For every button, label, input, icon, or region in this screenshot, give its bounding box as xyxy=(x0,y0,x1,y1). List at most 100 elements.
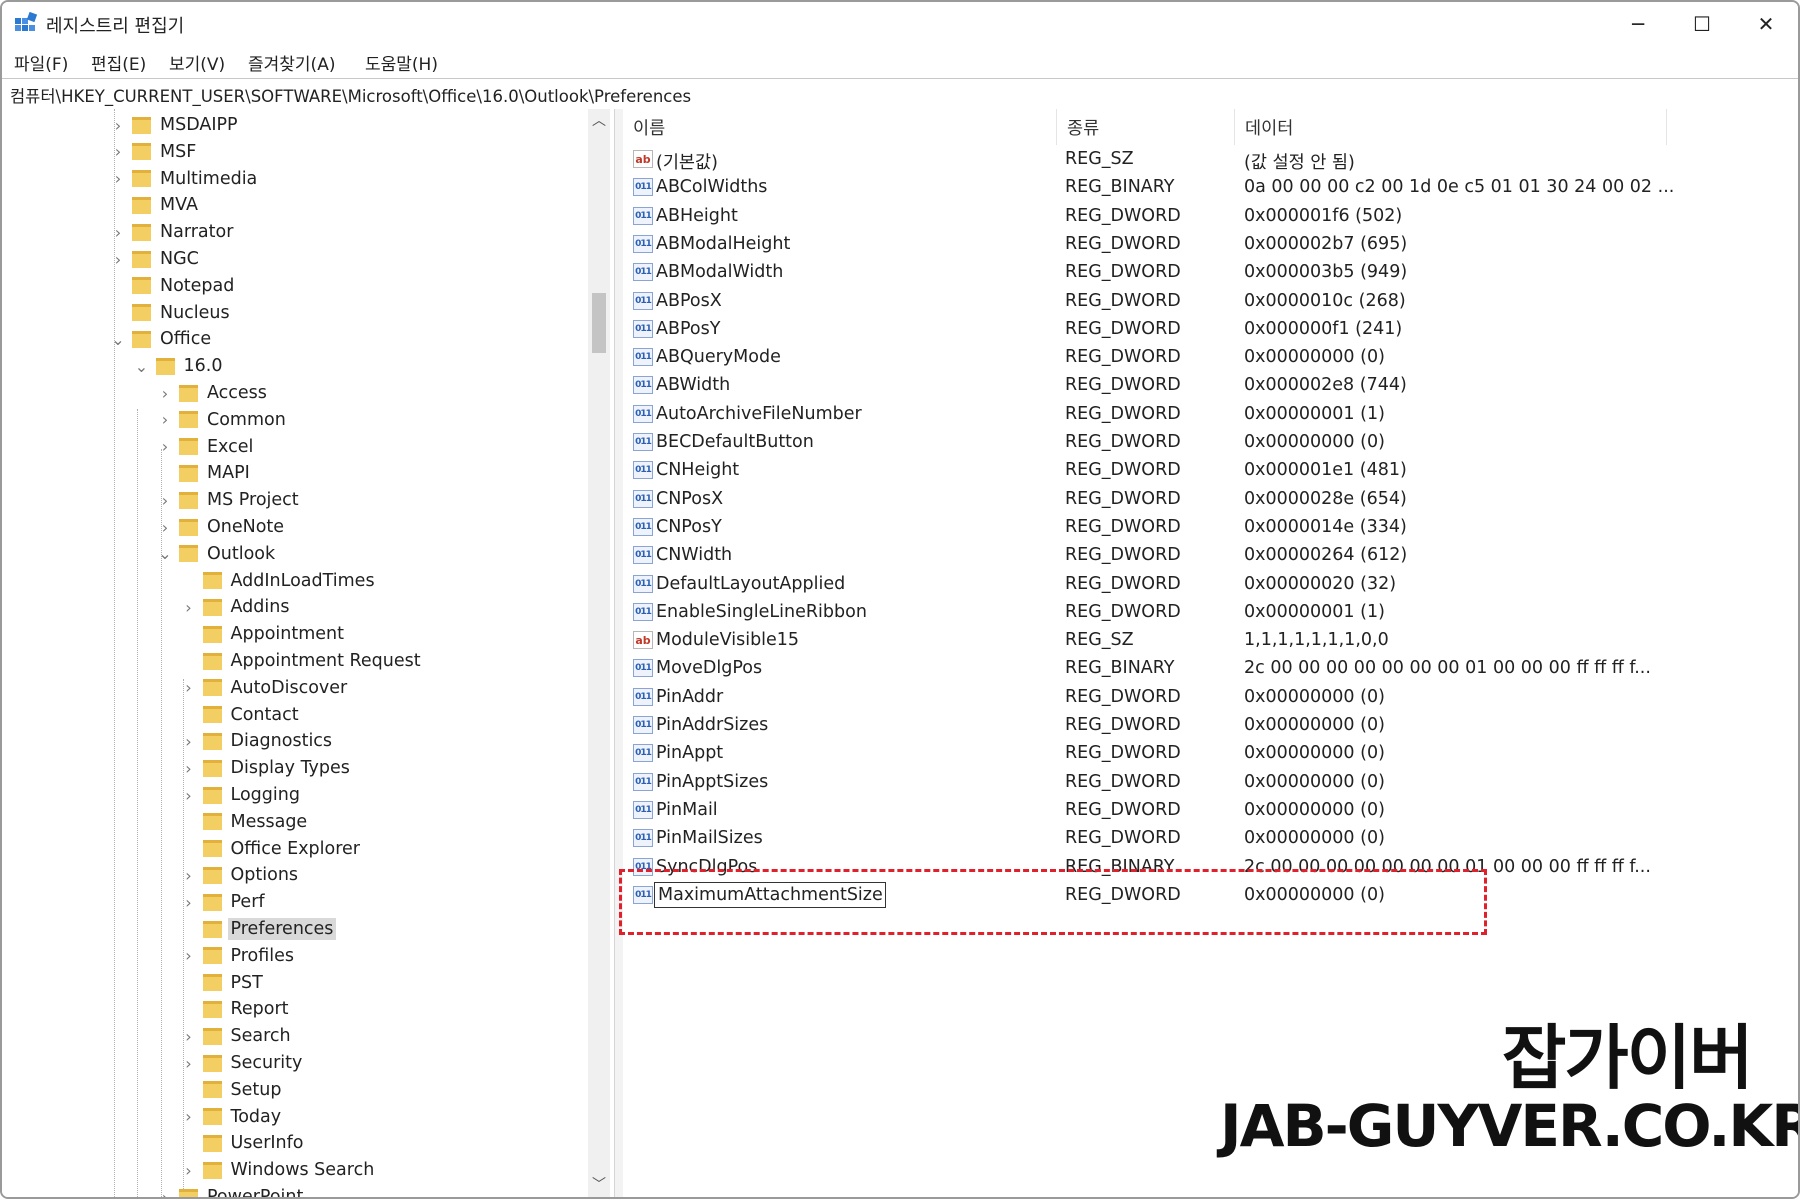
address-path[interactable]: 컴퓨터\HKEY_CURRENT_USER\SOFTWARE\Microsoft… xyxy=(10,83,691,107)
tree-item[interactable]: Office xyxy=(132,326,214,352)
tree-expand-chevron-icon[interactable]: ⌄ xyxy=(157,541,173,567)
tree-expand-chevron-icon[interactable]: ⌄ xyxy=(110,326,126,352)
menu-favorites[interactable]: 즐겨찾기(A) xyxy=(248,50,335,75)
tree-expand-chevron-icon[interactable]: › xyxy=(157,380,173,406)
tree-expand-chevron-icon[interactable] xyxy=(181,916,197,942)
tree-expand-chevron-icon[interactable]: › xyxy=(157,487,173,513)
scroll-down-icon[interactable]: ﹀ xyxy=(588,1173,610,1195)
value-row[interactable]: 011 ABPosY REG_DWORD 0x000000f1 (241) xyxy=(623,316,1798,344)
tree-expand-chevron-icon[interactable]: › xyxy=(110,219,126,245)
tree-item[interactable]: Perf xyxy=(202,889,268,915)
tree-item[interactable]: PST xyxy=(202,970,266,996)
maximize-button[interactable]: ☐ xyxy=(1670,2,1734,46)
value-row[interactable]: 011 CNPosY REG_DWORD 0x0000014e (334) xyxy=(623,514,1798,542)
value-row[interactable]: 011 CNPosX REG_DWORD 0x0000028e (654) xyxy=(623,486,1798,514)
value-row[interactable]: 011 ABModalHeight REG_DWORD 0x000002b7 (695… xyxy=(623,231,1798,259)
tree-item[interactable]: AutoDiscover xyxy=(202,675,351,701)
tree-item[interactable]: Access xyxy=(179,380,270,406)
tree-expand-chevron-icon[interactable]: › xyxy=(110,246,126,272)
tree-item[interactable]: MAPI xyxy=(179,460,253,486)
tree-item[interactable]: Profiles xyxy=(202,943,298,969)
tree-item[interactable]: MVA xyxy=(132,192,201,218)
tree-expand-chevron-icon[interactable] xyxy=(110,273,126,299)
tree-expand-chevron-icon[interactable] xyxy=(181,996,197,1022)
tree-item[interactable]: UserInfo xyxy=(202,1130,307,1156)
tree-expand-chevron-icon[interactable] xyxy=(181,809,197,835)
value-row[interactable]: 011 PinAddrSizes REG_DWORD 0x00000000 (0) xyxy=(623,712,1798,740)
value-row[interactable]: 011 ABColWidths REG_BINARY 0a 00 00 00 c2 0… xyxy=(623,174,1798,202)
tree-expand-chevron-icon[interactable] xyxy=(181,970,197,996)
menu-file[interactable]: 파일(F) xyxy=(14,50,68,75)
value-row[interactable]: 011 CNWidth REG_DWORD 0x00000264 (612) xyxy=(623,542,1798,570)
tree-item[interactable]: Appointment Request xyxy=(202,648,424,674)
tree-expand-chevron-icon[interactable]: › xyxy=(181,1157,197,1183)
tree-item[interactable]: Addins xyxy=(202,594,293,620)
tree-expand-chevron-icon[interactable]: › xyxy=(181,862,197,888)
tree-expand-chevron-icon[interactable]: › xyxy=(181,889,197,915)
tree-expand-chevron-icon[interactable]: › xyxy=(181,755,197,781)
tree-expand-chevron-icon[interactable]: › xyxy=(181,675,197,701)
value-row[interactable]: ab ModuleVisible15 REG_SZ 1,1,1,1,1,1,1,0,0 xyxy=(623,627,1798,655)
tree-expand-chevron-icon[interactable]: › xyxy=(157,407,173,433)
value-row[interactable]: 011 PinAppt REG_DWORD 0x00000000 (0) xyxy=(623,740,1798,768)
tree-expand-chevron-icon[interactable] xyxy=(181,621,197,647)
value-row[interactable]: 011 EnableSingleLineRibbon REG_DWORD 0x0000… xyxy=(623,599,1798,627)
tree-expand-chevron-icon[interactable]: › xyxy=(110,166,126,192)
value-row[interactable]: 011 MoveDlgPos REG_BINARY 2c 00 00 00 00 00… xyxy=(623,655,1798,683)
tree-item[interactable]: Nucleus xyxy=(132,300,233,326)
tree-item[interactable]: Excel xyxy=(179,434,256,460)
tree-item[interactable]: Common xyxy=(179,407,289,433)
tree-item[interactable]: Diagnostics xyxy=(202,728,336,754)
tree-expand-chevron-icon[interactable]: › xyxy=(157,1184,173,1198)
tree-item[interactable]: Appointment xyxy=(202,621,347,647)
tree-expand-chevron-icon[interactable]: ⌄ xyxy=(134,353,150,379)
tree-expand-chevron-icon[interactable]: › xyxy=(181,943,197,969)
value-row[interactable]: 011 ABHeight REG_DWORD 0x000001f6 (502) xyxy=(623,203,1798,231)
value-row[interactable]: 011 DefaultLayoutApplied REG_DWORD 0x000000… xyxy=(623,571,1798,599)
value-row[interactable]: 011 BECDefaultButton REG_DWORD 0x00000000 (… xyxy=(623,429,1798,457)
tree-expand-chevron-icon[interactable]: › xyxy=(157,514,173,540)
value-row[interactable]: 011 PinApptSizes REG_DWORD 0x00000000 (0) xyxy=(623,769,1798,797)
value-row[interactable]: 011 ABPosX REG_DWORD 0x0000010c (268) xyxy=(623,288,1798,316)
tree-item[interactable]: Windows Search xyxy=(202,1157,378,1183)
tree-item[interactable]: Today xyxy=(202,1104,285,1130)
tree-item[interactable]: Message xyxy=(202,809,311,835)
tree-item[interactable]: NGC xyxy=(132,246,202,272)
tree-item[interactable]: Options xyxy=(202,862,302,888)
tree-expand-chevron-icon[interactable]: › xyxy=(157,434,173,460)
value-row[interactable]: ab (기본값) REG_SZ (값 설정 안 됨) xyxy=(623,146,1798,174)
tree-item[interactable]: Narrator xyxy=(132,219,236,245)
tree-item[interactable]: Notepad xyxy=(132,273,237,299)
tree-expand-chevron-icon[interactable]: › xyxy=(181,1104,197,1130)
menu-view[interactable]: 보기(V) xyxy=(169,50,225,75)
value-row[interactable]: 011 PinMailSizes REG_DWORD 0x00000000 (0) xyxy=(623,825,1798,853)
tree-expand-chevron-icon[interactable]: › xyxy=(181,782,197,808)
address-bar[interactable]: 컴퓨터\HKEY_CURRENT_USER\SOFTWARE\Microsoft… xyxy=(2,78,1798,110)
tree-item[interactable]: MSDAIPP xyxy=(132,112,241,138)
column-header-type[interactable]: 종류 xyxy=(1057,109,1235,145)
close-button[interactable]: ✕ xyxy=(1734,2,1798,46)
tree-expand-chevron-icon[interactable] xyxy=(181,1077,197,1103)
tree-item[interactable]: Multimedia xyxy=(132,166,260,192)
tree-item[interactable]: Report xyxy=(202,996,292,1022)
value-row[interactable]: 011 ABModalWidth REG_DWORD 0x000003b5 (949) xyxy=(623,259,1798,287)
tree-expand-chevron-icon[interactable] xyxy=(110,192,126,218)
menu-edit[interactable]: 편집(E) xyxy=(91,50,146,75)
tree-item[interactable]: PowerPoint xyxy=(179,1184,306,1197)
tree-item[interactable]: Setup xyxy=(202,1077,285,1103)
tree-item[interactable]: MSF xyxy=(132,139,199,165)
scroll-up-icon[interactable]: ︿ xyxy=(588,109,610,131)
tree-expand-chevron-icon[interactable] xyxy=(110,300,126,326)
tree-expand-chevron-icon[interactable]: › xyxy=(181,728,197,754)
tree-item[interactable]: Preferences xyxy=(202,916,337,942)
tree-expand-chevron-icon[interactable] xyxy=(181,702,197,728)
value-row[interactable]: 011 AutoArchiveFileNumber REG_DWORD 0x00000… xyxy=(623,401,1798,429)
tree-item[interactable]: Search xyxy=(202,1023,294,1049)
column-header-data[interactable]: 데이터 xyxy=(1235,109,1667,145)
menu-help[interactable]: 도움말(H) xyxy=(365,50,438,75)
tree-expand-chevron-icon[interactable] xyxy=(181,1130,197,1156)
tree-expand-chevron-icon[interactable] xyxy=(181,648,197,674)
value-row[interactable]: 011 ABWidth REG_DWORD 0x000002e8 (744) xyxy=(623,372,1798,400)
tree-expand-chevron-icon[interactable] xyxy=(181,836,197,862)
tree-scrollbar[interactable]: ︿ ﹀ xyxy=(588,109,610,1197)
